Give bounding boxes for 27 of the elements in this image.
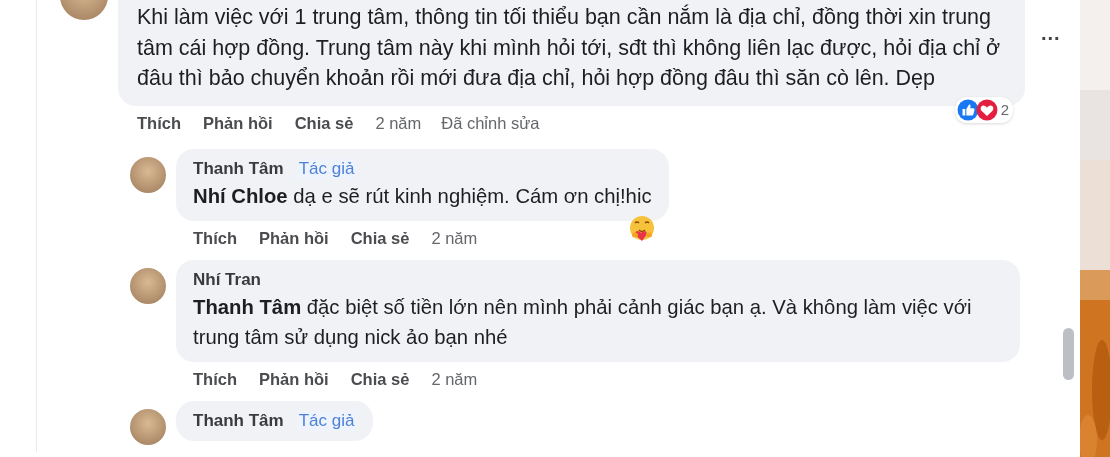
avatar[interactable] bbox=[130, 408, 166, 445]
avatar[interactable] bbox=[130, 156, 166, 193]
edited-label: Đã chỉnh sửa bbox=[441, 113, 540, 133]
action-link[interactable]: Phản hồi bbox=[203, 113, 273, 133]
scrollbar-thumb[interactable] bbox=[1063, 328, 1074, 380]
action-link[interactable]: Thích bbox=[137, 113, 181, 133]
reply-text: Nhí Chloe dạ e sẽ rút kinh nghiệm. Cám ơn chị!hic bbox=[193, 183, 652, 209]
action-link[interactable]: Chia sẻ bbox=[350, 228, 410, 248]
reaction-summary[interactable]: 2 bbox=[954, 96, 1013, 123]
action-link[interactable]: Phản hồi bbox=[259, 369, 329, 389]
avatar[interactable] bbox=[130, 267, 166, 304]
author-name[interactable]: Thanh Tâm bbox=[193, 158, 284, 179]
action-link[interactable]: Phản hồi bbox=[259, 228, 329, 248]
action-link[interactable]: Chia sẻ bbox=[294, 113, 354, 133]
author-name[interactable]: Thanh Tâm bbox=[193, 410, 284, 431]
timestamp[interactable]: 2 năm bbox=[431, 369, 478, 389]
action-link[interactable]: Thích bbox=[193, 369, 237, 389]
comment-text: Khi làm việc với 1 trung tâm, thông tin tối thiểu bạn cần nắm là địa chỉ, đồng thời xin trung tâm cái hợp đồng. Trung tâm này khi mình hỏi tới, sđt thì không liên lạc được, hỏi địa chỉ ở đâu thì bảo chuyển khoản rồi mới đưa địa chỉ, hỏi hợp đồng đâu thì săn cò lên. Dẹp bbox=[137, 3, 1002, 92]
reply-text: Thanh Tâm đặc biệt số tiền lớn nên mình phải cảnh giác bạn ạ. Và không làm việc với trung tâm sử dụng nick ảo bạn nhé bbox=[193, 294, 973, 350]
author-badge: Tác giả bbox=[296, 158, 357, 179]
more-options-button[interactable]: ... bbox=[1037, 22, 1065, 56]
timestamp[interactable]: 2 năm bbox=[375, 113, 422, 133]
action-link[interactable]: Chia sẻ bbox=[350, 369, 410, 389]
author-name[interactable]: Nhí Tran bbox=[193, 269, 261, 290]
author-badge: Tác giả bbox=[296, 410, 357, 431]
timestamp[interactable]: 2 năm bbox=[431, 228, 478, 248]
action-link[interactable]: Thích bbox=[193, 228, 237, 248]
